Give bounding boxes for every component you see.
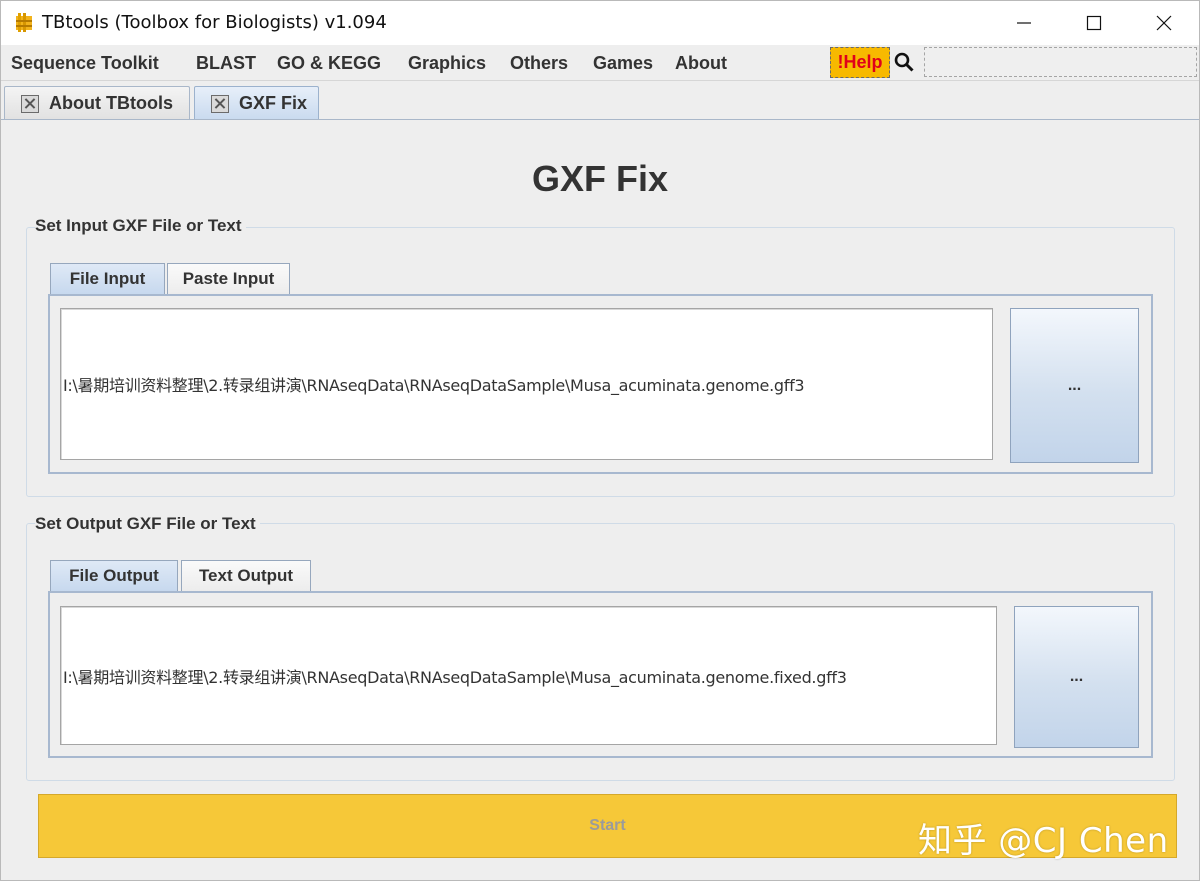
menu-about[interactable]: About <box>675 53 727 74</box>
close-tab-icon[interactable] <box>21 94 39 113</box>
tab-label: GXF Fix <box>239 93 308 113</box>
input-group-title: Set Input GXF File or Text <box>35 216 246 236</box>
menu-others[interactable]: Others <box>510 53 568 74</box>
output-group-title: Set Output GXF File or Text <box>35 514 260 534</box>
file-input-panel: I:\暑期培训资料整理\2.转录组讲演\RNAseqData\RNAseqDat… <box>48 294 1153 474</box>
close-button[interactable] <box>1129 1 1199 45</box>
close-tab-icon[interactable] <box>211 94 229 113</box>
tab-text-output[interactable]: Text Output <box>181 560 311 592</box>
tab-label: About TBtools <box>49 93 173 113</box>
tab-about-tbtools[interactable]: About TBtools <box>4 86 190 120</box>
input-browse-button[interactable]: ... <box>1010 308 1139 463</box>
menu-sequence-toolkit[interactable]: Sequence Toolkit <box>11 53 159 74</box>
page-title: GXF Fix <box>531 158 669 199</box>
menu-graphics[interactable]: Graphics <box>408 53 486 74</box>
minimize-icon <box>1017 22 1031 24</box>
output-file-path-field[interactable]: I:\暑期培训资料整理\2.转录组讲演\RNAseqData\RNAseqDat… <box>60 606 997 745</box>
tab-file-input[interactable]: File Input <box>50 263 165 295</box>
output-browse-button[interactable]: ... <box>1014 606 1139 748</box>
maximize-icon <box>1086 15 1102 31</box>
input-file-path-field[interactable]: I:\暑期培训资料整理\2.转录组讲演\RNAseqData\RNAseqDat… <box>60 308 993 460</box>
watermark: 知乎 @CJ Chen <box>918 821 1169 861</box>
file-output-panel: I:\暑期培训资料整理\2.转录组讲演\RNAseqData\RNAseqDat… <box>48 591 1153 758</box>
title-bar[interactable]: TBtools (Toolbox for Biologists) v1.094 <box>1 1 1199 45</box>
app-window: TBtools (Toolbox for Biologists) v1.094 … <box>0 0 1200 881</box>
gxf-fix-panel: GXF Fix Set Input GXF File or Text File … <box>1 119 1199 880</box>
search-icon[interactable] <box>893 51 915 73</box>
search-input[interactable] <box>924 47 1197 77</box>
tab-paste-input[interactable]: Paste Input <box>167 263 290 295</box>
maximize-button[interactable] <box>1059 1 1129 45</box>
menu-go-kegg[interactable]: GO & KEGG <box>277 53 381 74</box>
document-tab-bar: About TBtools GXF Fix <box>1 82 1199 120</box>
tab-gxf-fix[interactable]: GXF Fix <box>194 86 319 120</box>
menu-games[interactable]: Games <box>593 53 653 74</box>
window-title: TBtools (Toolbox for Biologists) v1.094 <box>42 12 387 33</box>
close-icon <box>1156 15 1172 31</box>
minimize-button[interactable] <box>989 1 1059 45</box>
tbtools-app-icon <box>16 13 32 32</box>
menu-blast[interactable]: BLAST <box>196 53 256 74</box>
tab-file-output[interactable]: File Output <box>50 560 178 592</box>
help-button[interactable]: !Help <box>830 47 890 78</box>
